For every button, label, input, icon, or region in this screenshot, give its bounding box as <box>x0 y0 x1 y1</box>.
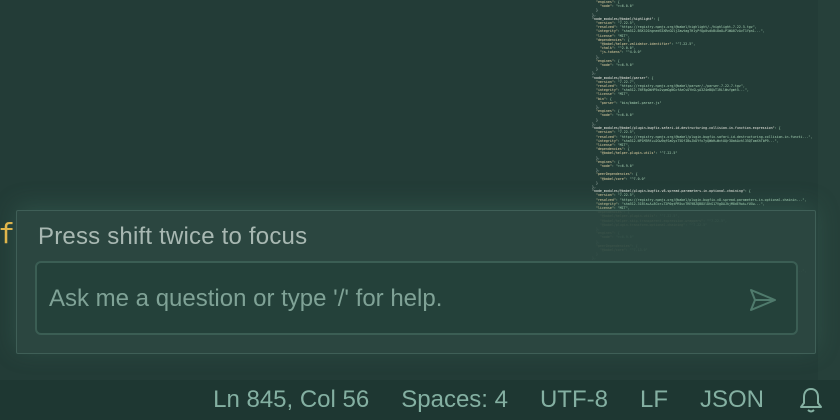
ai-chat-panel: Press shift twice to focus Ask me a ques… <box>16 210 816 354</box>
bell-icon <box>800 388 822 413</box>
send-button[interactable] <box>748 285 778 315</box>
focus-hint: Press shift twice to focus <box>38 223 308 250</box>
ai-chat-input[interactable]: Ask me a question or type '/' for help. <box>35 261 798 335</box>
line-ending[interactable]: LF <box>640 386 668 414</box>
indentation-setting[interactable]: Spaces: 4 <box>401 386 508 414</box>
cursor-position[interactable]: Ln 845, Col 56 <box>213 386 369 414</box>
language-mode[interactable]: JSON <box>700 386 764 414</box>
status-bar: Ln 845, Col 56 Spaces: 4 UTF-8 LF JSON <box>0 380 840 420</box>
vertical-scrollbar[interactable] <box>818 0 840 380</box>
gutter-code-fragment: f <box>0 217 15 250</box>
ai-input-placeholder: Ask me a question or type '/' for help. <box>49 285 443 312</box>
send-icon <box>750 289 776 311</box>
file-encoding[interactable]: UTF-8 <box>540 386 608 414</box>
notifications-button[interactable] <box>798 385 824 415</box>
